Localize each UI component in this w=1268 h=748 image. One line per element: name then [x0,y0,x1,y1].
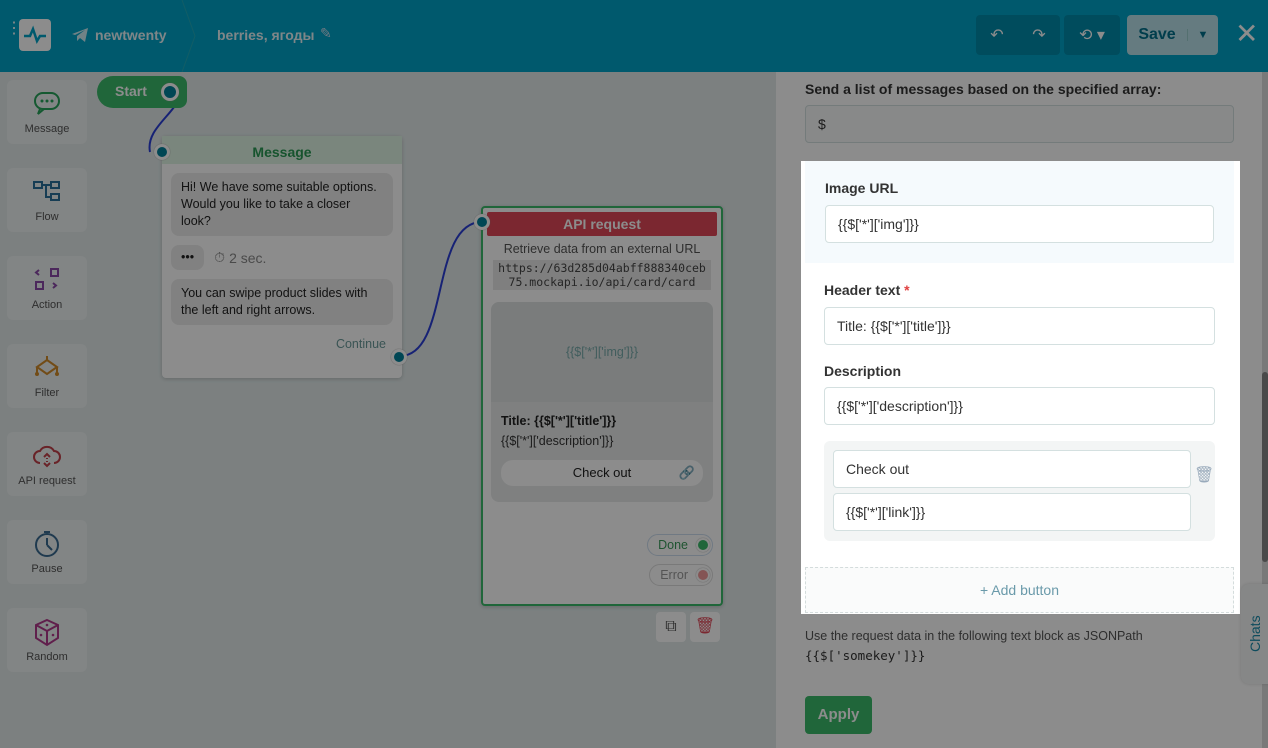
done-label: Done [658,538,688,552]
api-request-node[interactable]: API request Retrieve data from an extern… [474,206,723,606]
card-title: Title: {{$['*']['title']}} [501,414,617,428]
add-button[interactable]: + Add button [805,567,1234,613]
flow-name[interactable]: berries, ягоды [217,27,315,43]
pulse-icon [24,25,46,44]
button-text-input[interactable]: Check out [833,450,1191,488]
settings-panel: Send a list of messages based on the spe… [776,72,1268,748]
start-label: Start [115,83,147,99]
done-port[interactable] [696,538,710,552]
card-preview: {{$['*']['img']}} Title: {{$['*']['title… [491,302,713,502]
save-dropdown-icon[interactable]: ▼ [1187,29,1218,41]
card-button-label: Check out [572,465,632,480]
save-button-group: Save ▼ [1127,15,1218,55]
apply-button[interactable]: Apply [805,696,872,734]
delay-label: 2 sec. [229,249,267,266]
header-text-label: Header text [824,282,901,298]
api-url: https://63d285d04abff888340ceb75.mockapi… [493,260,711,290]
trash-icon[interactable]: 🗑 [1194,465,1214,485]
jsonpath-hint: Use the request data in the following te… [805,629,1143,643]
jsonpath-example: {{$['somekey']}} [805,648,926,663]
history-icon: ⟲ ▾ [1079,27,1105,44]
delete-node-button[interactable]: 🗑 [690,612,720,642]
timer-icon: ⏱ [214,249,226,265]
edit-pencil-icon[interactable]: ✎ [320,25,332,42]
chats-label: Chats [1247,615,1263,652]
api-node-title: API request [487,212,717,236]
header-text-input[interactable]: Title: {{$['*']['title']}} [824,307,1215,345]
start-output-port[interactable] [161,83,179,101]
undo-redo-group: ↶ ↷ [976,15,1060,55]
copy-icon: ⧉ [665,618,677,635]
button-link-input[interactable]: {{$['*']['link']}} [833,493,1191,531]
undo-icon[interactable]: ↶ [976,25,1018,45]
card-image: {{$['*']['img']}} [491,302,713,402]
save-button[interactable]: Save [1127,26,1187,44]
card-description: {{$['*']['description']}} [501,434,614,448]
copy-node-button[interactable]: ⧉ [656,612,686,642]
flow-canvas[interactable]: Message Flow Action Filter API request Pause R… [0,72,776,748]
api-input-port[interactable] [474,214,490,230]
array-label: Send a list of messages based on the spe… [805,81,1162,97]
link-icon: 🔗 [678,465,695,480]
message-input-port[interactable] [154,144,170,160]
done-output[interactable]: Done [647,534,713,556]
continue-label: Continue [335,337,386,351]
breadcrumb-separator [181,0,196,72]
message-node[interactable]: Message Hi! We have some suitable option… [154,136,407,378]
image-url-input[interactable]: {{$['*']['img']}} [825,205,1214,243]
redo-icon[interactable]: ↷ [1018,25,1060,45]
array-input[interactable]: $ [805,105,1234,143]
error-port[interactable] [696,568,710,582]
telegram-icon [72,28,88,42]
app-logo[interactable] [19,19,51,51]
message-node-title: Message [162,136,402,164]
required-mark: * [904,282,910,298]
card-button[interactable]: Check out 🔗 [501,460,703,486]
description-input[interactable]: {{$['*']['description']}} [824,387,1215,425]
close-icon[interactable]: ✕ [1235,20,1258,48]
top-bar: ⋮ newtwenty berries, ягоды ✎ ↶ ↷ ⟲ ▾ Save… [0,0,1268,72]
description-label: Description [824,363,902,379]
continue-output-port[interactable] [391,349,407,365]
chats-tab[interactable]: Chats [1241,584,1268,684]
history-button[interactable]: ⟲ ▾ [1064,15,1120,55]
start-node[interactable]: Start [97,76,187,108]
error-label: Error [660,568,688,582]
trash-icon: 🗑 [694,618,716,635]
message-bubble: Hi! We have some suitable options. Would… [171,173,393,236]
error-output[interactable]: Error [649,564,713,586]
api-subtitle: Retrieve data from an external URL [503,242,701,256]
image-url-label: Image URL [825,180,899,196]
message-bubble: You can swipe product slides with the le… [171,279,393,325]
typing-indicator: ••• [171,245,205,270]
project-name[interactable]: newtwenty [95,27,167,43]
